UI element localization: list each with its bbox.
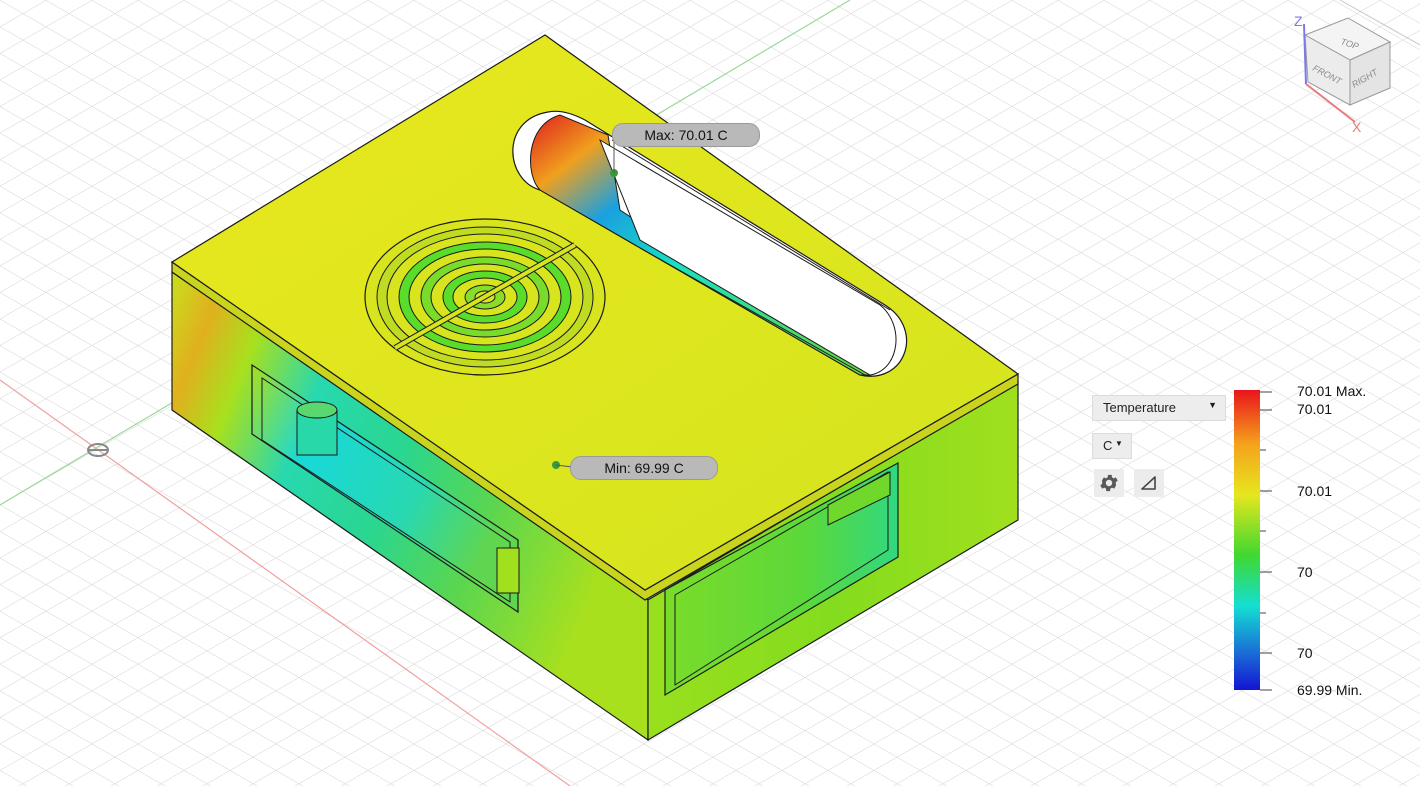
legend-label-3: 70 xyxy=(1297,564,1313,580)
max-temperature-callout[interactable]: Max: 70.01 C xyxy=(612,123,760,147)
3d-viewport[interactable]: TOP FRONT RIGHT Z X xyxy=(0,0,1420,786)
legend-settings-button[interactable] xyxy=(1094,469,1124,497)
axis-z-label: Z xyxy=(1294,13,1303,29)
chevron-down-icon: ▼ xyxy=(1208,400,1217,410)
legend-label-2: 70.01 xyxy=(1297,483,1333,499)
legend-label-min: 69.99 Min. xyxy=(1297,682,1363,698)
gear-icon xyxy=(1100,474,1118,492)
result-type-value: Temperature xyxy=(1103,400,1176,415)
legend-mode-button[interactable] xyxy=(1134,469,1164,497)
unit-chevron-down-icon: ▼ xyxy=(1115,439,1123,448)
unit-dropdown[interactable]: C ▼ xyxy=(1092,433,1132,459)
axis-x-label: X xyxy=(1352,119,1362,135)
triangle-icon xyxy=(1141,476,1156,490)
legend-label-4: 70 xyxy=(1297,645,1313,661)
unit-value: C xyxy=(1103,438,1113,453)
result-type-dropdown[interactable]: Temperature ▼ xyxy=(1092,395,1226,421)
legend-color-bar xyxy=(1234,390,1260,690)
min-temperature-callout[interactable]: Min: 69.99 C xyxy=(570,456,718,480)
legend-label-max: 70.01 Max. xyxy=(1297,383,1367,399)
model-fan-vent xyxy=(364,218,606,376)
legend-label-1: 70.01 xyxy=(1297,401,1333,417)
